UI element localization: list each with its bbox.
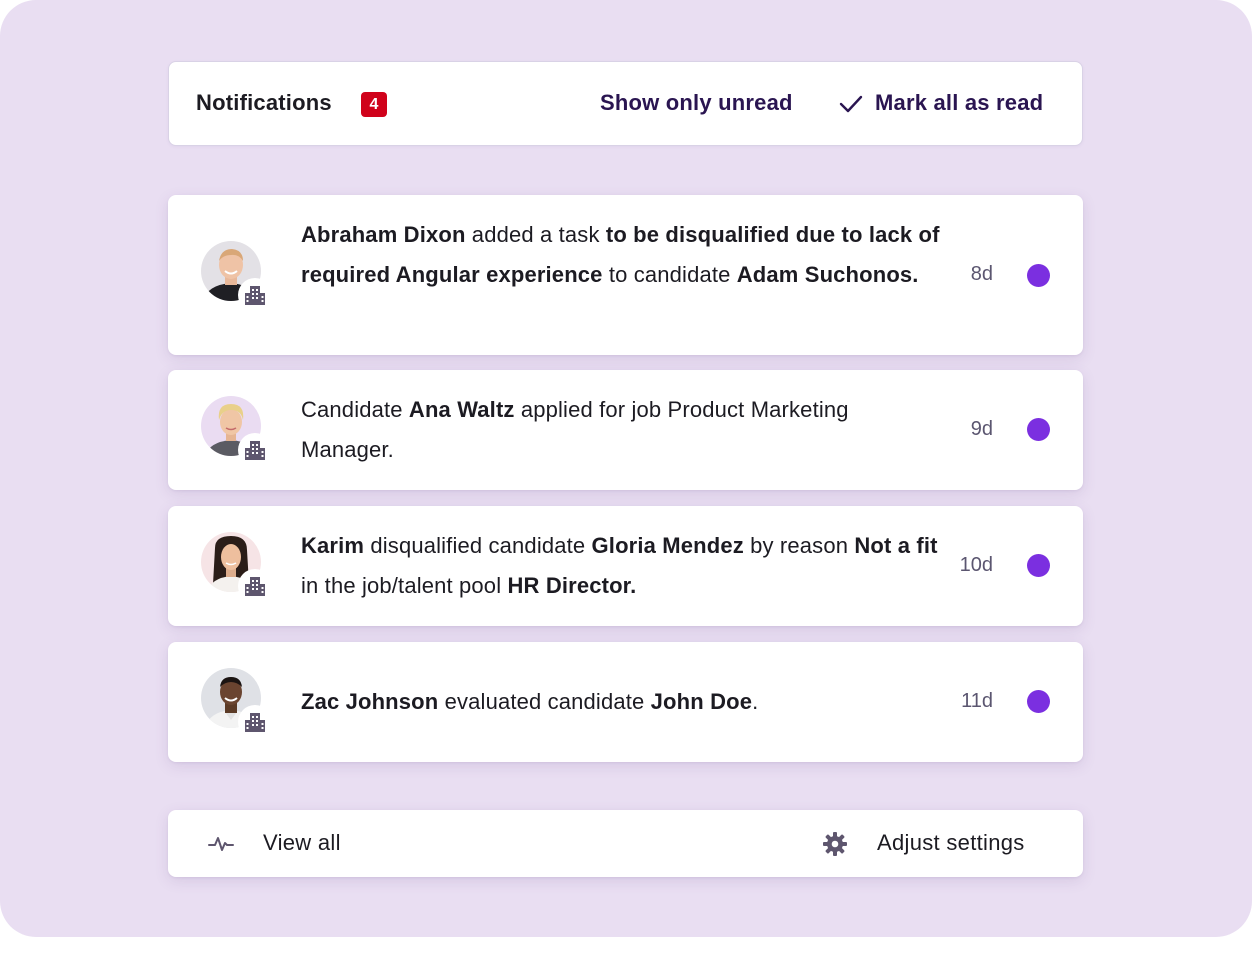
notification-time: 10d — [959, 554, 993, 576]
notification-time: 11d — [961, 690, 993, 712]
background-frame: Notifications 4 Show only unread Mark al… — [0, 0, 1252, 937]
avatar — [201, 668, 272, 739]
notification-time: 9d — [970, 418, 993, 440]
office-building-icon — [238, 433, 272, 467]
message-text: by reason — [743, 533, 855, 558]
office-building-icon — [238, 569, 272, 603]
notification-time: 8d — [970, 263, 993, 285]
notification-message: Zac Johnson evaluated candidate John Doe… — [301, 682, 941, 722]
message-text: evaluated candidate — [438, 689, 651, 714]
view-all-button[interactable]: View all — [263, 830, 341, 856]
message-emphasis: Abraham Dixon — [301, 222, 466, 247]
mark-all-read-button[interactable]: Mark all as read — [839, 90, 1044, 116]
checkmark-icon — [839, 95, 863, 113]
office-building-icon — [238, 278, 272, 312]
message-emphasis: Not a fit — [854, 533, 938, 558]
message-text: . — [752, 689, 759, 714]
unread-indicator-dot[interactable] — [1027, 690, 1050, 713]
message-text: Candidate — [301, 397, 409, 422]
notification-message: Karim disqualified candidate Gloria Mend… — [301, 526, 941, 606]
notification-item[interactable]: Karim disqualified candidate Gloria Mend… — [168, 506, 1083, 626]
message-emphasis: Karim — [301, 533, 365, 558]
message-emphasis: Adam Suchonos. — [736, 262, 919, 287]
message-emphasis: Ana Waltz — [408, 397, 515, 422]
message-text: in the job/talent pool — [301, 573, 508, 598]
notification-item[interactable]: Candidate Ana Waltz applied for job Prod… — [168, 370, 1083, 490]
avatar — [201, 241, 272, 312]
adjust-settings-button[interactable]: Adjust settings — [877, 830, 1025, 856]
mark-all-read-label: Mark all as read — [875, 90, 1044, 115]
unread-indicator-dot[interactable] — [1027, 554, 1050, 577]
message-emphasis: Gloria Mendez — [591, 533, 744, 558]
activity-pulse-icon — [208, 837, 234, 851]
message-text: disqualified candidate — [364, 533, 592, 558]
notification-item[interactable]: Zac Johnson evaluated candidate John Doe… — [168, 642, 1083, 762]
message-emphasis: Zac Johnson — [301, 689, 439, 714]
show-only-unread-button[interactable]: Show only unread — [600, 90, 793, 116]
notification-item[interactable]: Abraham Dixon added a task to be disqual… — [168, 195, 1083, 355]
unread-count-badge: 4 — [361, 92, 387, 117]
message-emphasis: John Doe — [650, 689, 753, 714]
message-text: to candidate — [602, 262, 737, 287]
notifications-footer: View all Adjust settings — [168, 810, 1083, 877]
avatar — [201, 532, 272, 603]
notification-message: Candidate Ana Waltz applied for job Prod… — [301, 390, 941, 470]
message-text: added a task — [465, 222, 606, 247]
page-title: Notifications — [196, 90, 332, 115]
gear-icon[interactable] — [822, 831, 848, 857]
unread-indicator-dot[interactable] — [1027, 418, 1050, 441]
unread-indicator-dot[interactable] — [1027, 264, 1050, 287]
notifications-header: Notifications 4 Show only unread Mark al… — [168, 61, 1083, 146]
office-building-icon — [238, 705, 272, 739]
notification-message: Abraham Dixon added a task to be disqual… — [301, 215, 941, 295]
message-emphasis: HR Director. — [507, 573, 637, 598]
avatar — [201, 396, 272, 467]
